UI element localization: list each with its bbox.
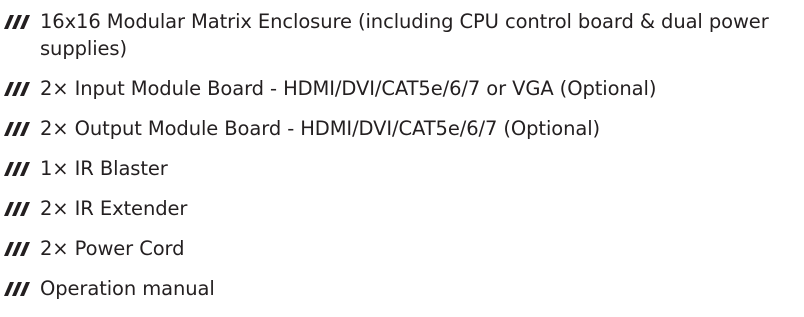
triple-slash-icon — [4, 275, 32, 302]
list-item: 2× Input Module Board - HDMI/DVI/CAT5e/6… — [0, 75, 804, 102]
package-contents-list: 16x16 Modular Matrix Enclosure (includin… — [0, 0, 804, 302]
triple-slash-icon — [4, 75, 32, 102]
list-item: 2× Output Module Board - HDMI/DVI/CAT5e/… — [0, 115, 804, 142]
list-item-text: 2× Power Cord — [40, 237, 185, 260]
list-item-text: 2× IR Extender — [40, 197, 188, 220]
list-item-text: 2× Input Module Board - HDMI/DVI/CAT5e/6… — [40, 77, 657, 100]
list-item: 1× IR Blaster — [0, 155, 804, 182]
list-item: Operation manual — [0, 275, 804, 302]
list-item: 2× IR Extender — [0, 195, 804, 222]
list-item-text: 16x16 Modular Matrix Enclosure (includin… — [40, 10, 769, 60]
triple-slash-icon — [4, 195, 32, 222]
list-item-text: 1× IR Blaster — [40, 157, 168, 180]
list-item: 2× Power Cord — [0, 235, 804, 262]
list-item: 16x16 Modular Matrix Enclosure (includin… — [0, 8, 804, 62]
triple-slash-icon — [4, 155, 32, 182]
list-item-text: 2× Output Module Board - HDMI/DVI/CAT5e/… — [40, 117, 601, 140]
triple-slash-icon — [4, 115, 32, 142]
triple-slash-icon — [4, 235, 32, 262]
list-item-text: Operation manual — [40, 277, 215, 300]
triple-slash-icon — [4, 8, 32, 35]
